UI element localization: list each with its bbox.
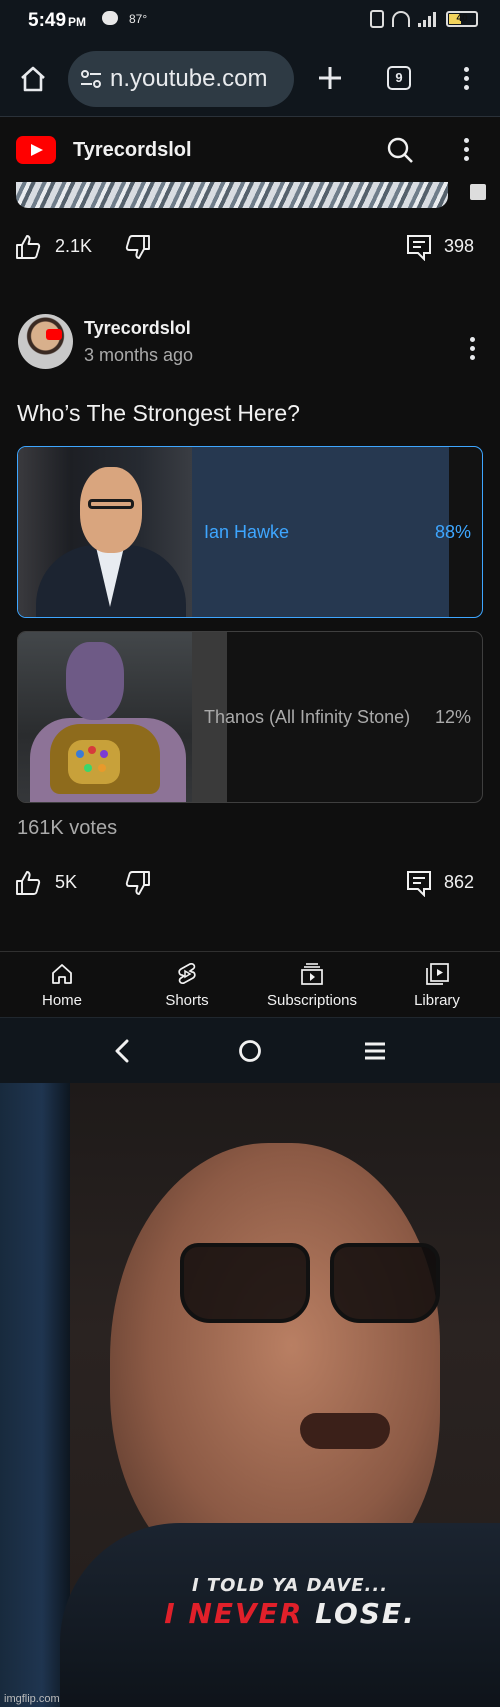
recent-apps-icon[interactable] [363, 1040, 387, 1062]
system-navigation-bar [0, 1017, 500, 1083]
comment-icon[interactable] [406, 869, 432, 897]
sunglasses-left-lens [180, 1243, 310, 1323]
back-icon[interactable] [113, 1039, 133, 1063]
shorts-icon [178, 963, 196, 984]
poll-option-2-label: Thanos (All Infinity Stone) [204, 707, 411, 727]
dislike-icon[interactable] [124, 869, 152, 897]
vibrate-icon [370, 10, 384, 28]
site-settings-icon[interactable] [80, 69, 102, 89]
library-icon [426, 963, 449, 985]
nav-library[interactable]: Library [382, 958, 492, 1014]
like-icon[interactable] [14, 869, 42, 897]
search-icon[interactable] [386, 136, 414, 164]
meme-caption-line1: I TOLD YA DAVE... [191, 1575, 389, 1596]
home-icon [52, 964, 72, 984]
poll-option-2[interactable]: Thanos (All Infinity Stone) 12% [17, 631, 483, 803]
status-bar: 5:49 PM 87° 40 [0, 0, 500, 44]
youtube-logo-icon[interactable] [16, 136, 56, 164]
tab-switcher-button[interactable]: 9 [387, 66, 411, 90]
poll-option-1[interactable]: Ian Hawke 88% [17, 446, 483, 618]
like-count: 2.1K [55, 236, 93, 256]
like-icon[interactable] [14, 233, 42, 261]
previous-post-thumbnail [470, 184, 486, 200]
post-actions: 5K 862 [0, 859, 500, 907]
previous-post-image[interactable] [16, 182, 448, 208]
nav-subscriptions[interactable]: Subscriptions [257, 958, 367, 1014]
poll-question: Who’s The Strongest Here? [17, 400, 300, 426]
dislike-icon[interactable] [124, 233, 152, 261]
browser-toolbar: n.youtube.com 9 [0, 44, 500, 117]
home-icon[interactable] [18, 64, 48, 94]
browser-menu-icon[interactable] [461, 67, 471, 93]
meme-caption-line2: I NEVER LOSE. [164, 1597, 416, 1630]
poll-option-1-percent: 88% [434, 522, 471, 542]
comment-count: 398 [444, 236, 475, 256]
home-circle-icon[interactable] [238, 1039, 262, 1063]
nav-home[interactable]: Home [7, 958, 117, 1014]
header-menu-icon[interactable] [461, 138, 471, 164]
message-notification-icon [102, 11, 118, 25]
nav-shorts[interactable]: Shorts [132, 958, 242, 1014]
previous-post-actions: 2.1K 398 [0, 223, 500, 271]
temperature: 87° [129, 12, 148, 26]
youtube-header: Tyrecordslol [0, 118, 500, 182]
vote-count: 161K votes [17, 817, 118, 839]
subscriptions-icon [301, 963, 323, 985]
sunglasses-right-lens [330, 1243, 440, 1323]
new-tab-icon[interactable] [314, 62, 346, 94]
wifi-icon [392, 11, 410, 27]
status-time: 5:49 PM [28, 10, 87, 31]
comment-icon[interactable] [406, 233, 432, 261]
poll-option-1-label: Ian Hawke [204, 522, 290, 542]
comment-count: 862 [444, 872, 475, 892]
watermark: imgflip.com [4, 1693, 60, 1705]
meme-image: I TOLD YA DAVE... I NEVER LOSE. imgflip.… [0, 1083, 500, 1707]
signal-icon [418, 11, 438, 27]
url-text[interactable]: n.youtube.com [110, 65, 267, 93]
bottom-navigation: Home Shorts Subscriptions Library [0, 951, 500, 1016]
like-count: 5K [55, 872, 78, 892]
address-bar[interactable]: n.youtube.com [68, 51, 294, 107]
post-timestamp: 3 months ago [84, 345, 194, 365]
poll-option-2-percent: 12% [434, 707, 471, 727]
battery-icon: 40 [446, 11, 478, 27]
post-channel-name[interactable]: Tyrecordslol [84, 318, 191, 339]
poll-option-1-image [18, 447, 192, 617]
avatar[interactable] [18, 314, 73, 369]
poll-option-2-image [18, 632, 192, 802]
post-menu-icon[interactable] [467, 337, 477, 363]
header-channel-title: Tyrecordslol [73, 139, 192, 161]
